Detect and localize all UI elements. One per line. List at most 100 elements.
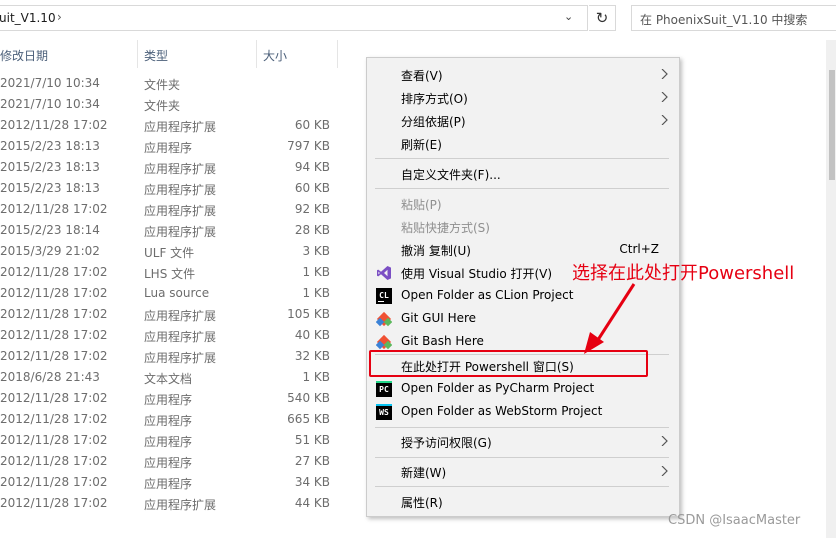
column-divider[interactable] [256,40,257,68]
file-type: 应用程序扩展 [144,120,217,134]
table-row[interactable]: 2021/7/10 10:34 文件夹 [0,74,370,95]
file-date: 2021/7/10 10:34 [0,97,100,111]
menu-item-new[interactable]: 新建(W) [367,460,679,483]
address-dropdown-icon[interactable]: ⌄ [564,10,573,23]
column-date[interactable]: 修改日期 [0,47,48,64]
menu-separator [375,457,669,458]
column-divider[interactable] [337,40,338,68]
menu-item-label: 授予访问权限(G) [401,436,492,450]
menu-item-open-webstorm[interactable]: WS Open Folder as WebStorm Project [367,400,679,423]
file-type: LHS 文件 [144,267,196,281]
breadcrumb-chevron-icon[interactable]: › [57,10,62,24]
file-type: 文件夹 [144,78,181,92]
file-type: 应用程序扩展 [144,498,217,512]
menu-item-label: 自定义文件夹(F)... [401,168,501,182]
file-date: 2015/2/23 18:14 [0,223,100,237]
file-type: 应用程序 [144,414,193,428]
file-size: 3 KB [302,244,330,258]
file-size: 92 KB [294,202,330,216]
table-row[interactable]: 2012/11/28 17:02 应用程序 27 KB [0,452,370,473]
menu-item-label: Git GUI Here [401,311,477,325]
menu-item-group-by[interactable]: 分组依据(P) [367,109,679,132]
file-size: 1 KB [302,265,330,279]
refresh-button[interactable]: ↻ [589,5,616,31]
file-date: 2018/6/28 21:43 [0,370,100,384]
table-row[interactable]: 2012/11/28 17:02 应用程序 34 KB [0,473,370,494]
file-type: 文件夹 [144,99,181,113]
table-row[interactable]: 2015/2/23 18:13 应用程序扩展 94 KB [0,158,370,179]
menu-item-grant-access[interactable]: 授予访问权限(G) [367,430,679,453]
file-size: 44 KB [294,496,330,510]
table-row[interactable]: 2015/3/29 21:02 ULF 文件 3 KB [0,242,370,263]
chevron-right-icon [661,115,668,125]
menu-separator [375,188,669,189]
table-row[interactable]: 2012/11/28 17:02 应用程序扩展 92 KB [0,200,370,221]
menu-item-paste: 粘贴(P) [367,192,679,215]
table-row[interactable]: 2015/2/23 18:14 应用程序扩展 28 KB [0,221,370,242]
table-row[interactable]: 2012/11/28 17:02 应用程序扩展 32 KB [0,347,370,368]
menu-item-label: 粘贴快捷方式(S) [401,221,490,235]
menu-item-open-pycharm[interactable]: PC Open Folder as PyCharm Project [367,377,679,400]
file-type: 应用程序扩展 [144,351,217,365]
menu-item-label: 新建(W) [401,466,447,480]
table-row[interactable]: 2012/11/28 17:02 应用程序扩展 60 KB [0,116,370,137]
chevron-right-icon [661,92,668,102]
scrollbar-thumb[interactable] [829,70,835,180]
table-row[interactable]: 2021/7/10 10:34 文件夹 [0,95,370,116]
menu-item-label: 查看(V) [401,69,443,83]
chevron-right-icon [661,69,668,79]
file-size: 60 KB [294,118,330,132]
menu-item-label: 撤消 复制(U) [401,244,471,258]
file-date: 2012/11/28 17:02 [0,475,108,489]
file-date: 2012/11/28 17:02 [0,496,108,510]
menu-item-sort-by[interactable]: 排序方式(O) [367,86,679,109]
file-type: 应用程序扩展 [144,330,217,344]
table-row[interactable]: 2018/6/28 21:43 文本文档 1 KB [0,368,370,389]
file-date: 2012/11/28 17:02 [0,118,108,132]
annotation-arrow-icon [584,283,636,354]
file-date: 2015/2/23 18:13 [0,139,100,153]
search-input[interactable]: 在 PhoenixSuit_V1.10 中搜索 [631,5,836,31]
menu-item-label: 分组依据(P) [401,115,466,129]
menu-item-properties[interactable]: 属性(R) [367,490,679,513]
file-size: 94 KB [294,160,330,174]
file-date: 2015/2/23 18:13 [0,181,100,195]
menu-item-label: 属性(R) [401,496,443,510]
menu-item-label: 粘贴(P) [401,198,442,212]
table-row[interactable]: 2012/11/28 17:02 应用程序 51 KB [0,431,370,452]
file-size: 1 KB [302,370,330,384]
menu-item-label: Open Folder as CLion Project [401,288,574,302]
column-type[interactable]: 类型 [144,47,168,64]
address-bar[interactable]: uit_V1.10 › ⌄ [0,5,588,31]
menu-item-refresh[interactable]: 刷新(E) [367,132,679,155]
menu-item-view[interactable]: 查看(V) [367,63,679,86]
table-row[interactable]: 2012/11/28 17:02 应用程序扩展 105 KB [0,305,370,326]
table-row[interactable]: 2012/11/28 17:02 应用程序 665 KB [0,410,370,431]
file-size: 40 KB [294,328,330,342]
table-row[interactable]: 2012/11/28 17:02 Lua source 1 KB [0,284,370,305]
column-divider[interactable] [137,40,138,68]
menu-item-customize-folder[interactable]: 自定义文件夹(F)... [367,162,679,185]
file-date: 2012/11/28 17:02 [0,391,108,405]
table-row[interactable]: 2015/2/23 18:13 应用程序 797 KB [0,137,370,158]
file-date: 2012/11/28 17:02 [0,328,108,342]
webstorm-icon: WS [376,404,392,420]
file-type: 应用程序 [144,393,193,407]
file-date: 2012/11/28 17:02 [0,307,108,321]
file-date: 2012/11/28 17:02 [0,265,108,279]
table-row[interactable]: 2012/11/28 17:02 LHS 文件 1 KB [0,263,370,284]
file-size: 27 KB [294,454,330,468]
file-type: 应用程序扩展 [144,225,217,239]
menu-item-undo-copy[interactable]: 撤消 复制(U) Ctrl+Z [367,238,679,261]
file-date: 2012/11/28 17:02 [0,433,108,447]
table-row[interactable]: 2012/11/28 17:02 应用程序 540 KB [0,389,370,410]
table-row[interactable]: 2012/11/28 17:02 应用程序扩展 40 KB [0,326,370,347]
table-row[interactable]: 2015/2/23 18:13 应用程序扩展 60 KB [0,179,370,200]
column-size[interactable]: 大小 [263,47,287,64]
table-row[interactable]: 2012/11/28 17:02 应用程序扩展 44 KB [0,494,370,515]
file-date: 2015/3/29 21:02 [0,244,100,258]
top-bar: uit_V1.10 › ⌄ ↻ 在 PhoenixSuit_V1.10 中搜索 [0,0,836,36]
file-type: 应用程序扩展 [144,309,217,323]
address-path[interactable]: uit_V1.10 [0,11,56,25]
file-list: 2021/7/10 10:34 文件夹 2021/7/10 10:34 文件夹 2012… [0,74,370,515]
